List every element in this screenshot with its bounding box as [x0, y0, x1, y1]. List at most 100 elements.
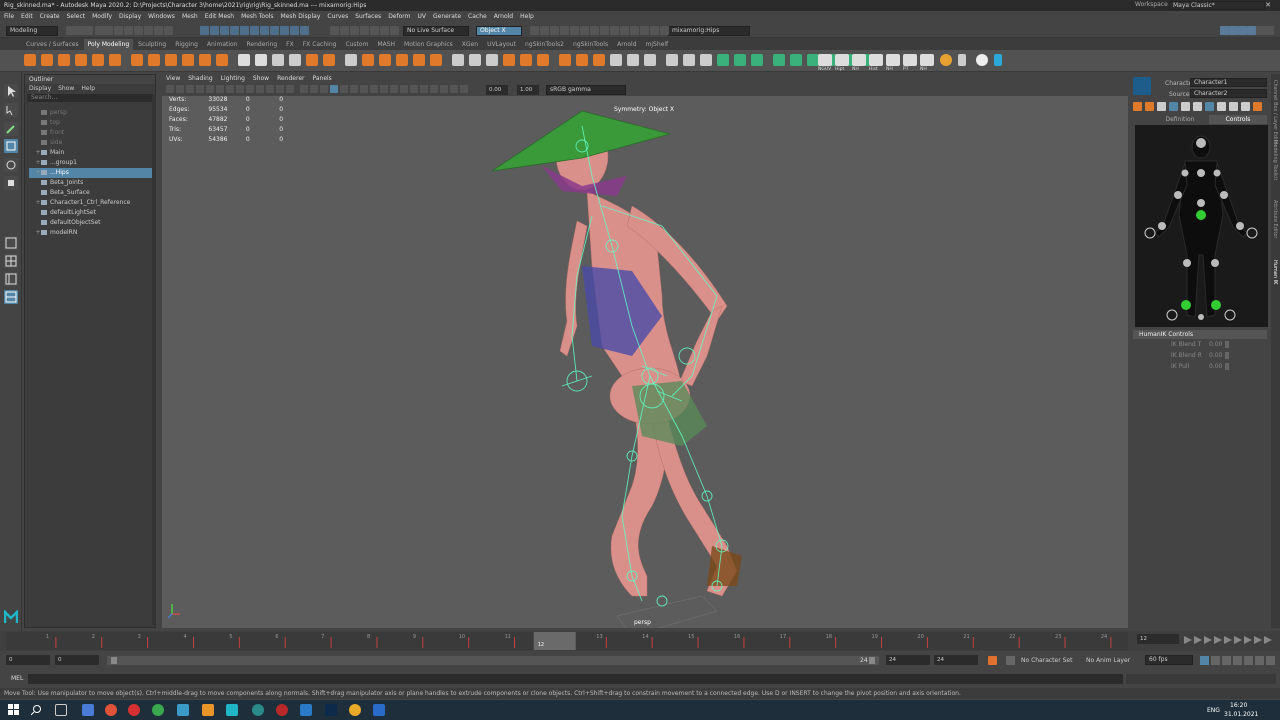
outliner-item[interactable]: Beta_Joints: [29, 178, 154, 188]
viewport-tool-29-icon[interactable]: [460, 85, 468, 93]
status-tool-5-icon[interactable]: [114, 26, 123, 35]
viewport-tool-17-icon[interactable]: [340, 85, 348, 93]
viewport-tool-13-icon[interactable]: [300, 85, 308, 93]
current-frame-field[interactable]: 12: [1137, 634, 1179, 644]
shelf-tool-27-icon[interactable]: [503, 54, 515, 66]
go-end-icon[interactable]: [1254, 636, 1262, 644]
outliner-item[interactable]: + ...Hips: [29, 168, 154, 178]
shelf-tool-4-icon[interactable]: [92, 54, 104, 66]
live-surface-field[interactable]: No Live Surface: [403, 26, 469, 36]
menu-edit-mesh[interactable]: Edit Mesh: [205, 13, 234, 20]
opera-icon[interactable]: [128, 704, 140, 716]
shelf-tool-22-icon[interactable]: [413, 54, 425, 66]
app-icon-3[interactable]: [252, 704, 264, 716]
shelf-tab-arnold[interactable]: Arnold: [613, 39, 640, 50]
shelf-script-2-icon[interactable]: NH: [852, 54, 866, 72]
outliner-item[interactable]: defaultLightSet: [29, 208, 154, 218]
strip-tab-3[interactable]: Human IK: [1272, 260, 1278, 284]
viewport-panel[interactable]: View Shading Lighting Show Renderer Panels 0.…: [162, 74, 1128, 628]
status-tool-16-icon[interactable]: [250, 26, 259, 35]
viewport-tool-12-icon[interactable]: [286, 85, 294, 93]
shelf-tool-10-icon[interactable]: [199, 54, 211, 66]
outliner-item[interactable]: defaultObjectSet: [29, 218, 154, 228]
outliner-menu-display[interactable]: Display: [29, 84, 51, 93]
menu-deform[interactable]: Deform: [388, 13, 410, 20]
step-forward-icon[interactable]: [1234, 636, 1242, 644]
menu-mesh-tools[interactable]: Mesh Tools: [241, 13, 273, 20]
maya-taskbar-icon[interactable]: [226, 704, 238, 716]
shelf-script-5-icon[interactable]: PT: [903, 54, 917, 72]
shelf-tool-11-icon[interactable]: [216, 54, 228, 66]
step-back-icon[interactable]: [1204, 636, 1212, 644]
menu-generate[interactable]: Generate: [433, 13, 461, 20]
play-back-icon[interactable]: [1214, 636, 1222, 644]
shelf-coin-icon[interactable]: [940, 54, 952, 66]
move-tool-icon[interactable]: [4, 139, 18, 153]
panel-toggle-2-icon[interactable]: [1238, 26, 1247, 35]
viewport-tool-0-icon[interactable]: [166, 85, 174, 93]
viewport-tool-25-icon[interactable]: [420, 85, 428, 93]
panel-toggle-0-icon[interactable]: [1220, 26, 1229, 35]
viewport-menu-show[interactable]: Show: [253, 75, 269, 82]
viewport-menu-view[interactable]: View: [166, 75, 180, 82]
range-tool-0-icon[interactable]: [1200, 656, 1209, 665]
status-tool-1-icon[interactable]: [75, 26, 84, 35]
status-tool-21-icon[interactable]: [300, 26, 309, 35]
outliner-item[interactable]: Beta_Surface: [29, 188, 154, 198]
shelf-tab-sculpting[interactable]: Sculpting: [134, 39, 170, 50]
shelf-tool-17-icon[interactable]: [323, 54, 335, 66]
status-tool-30-icon[interactable]: [540, 26, 549, 35]
shelf-tool-13-icon[interactable]: [255, 54, 267, 66]
shelf-tab-mash[interactable]: MASH: [373, 39, 399, 50]
shelf-tool-26-icon[interactable]: [486, 54, 498, 66]
shelf-tool-41-icon[interactable]: [751, 54, 763, 66]
status-tool-24-icon[interactable]: [350, 26, 359, 35]
status-tool-18-icon[interactable]: [270, 26, 279, 35]
humanik-controls-section[interactable]: HumanIK Controls: [1133, 330, 1267, 339]
shelf-tool-42-icon[interactable]: [773, 54, 785, 66]
hik-tab-definition[interactable]: Definition: [1151, 115, 1209, 124]
menu-mesh[interactable]: Mesh: [182, 13, 198, 20]
shelf-tool-32-icon[interactable]: [593, 54, 605, 66]
menu-create[interactable]: Create: [40, 13, 60, 20]
tray-icons[interactable]: [1176, 706, 1202, 714]
hik-tool-10-icon[interactable]: [1253, 102, 1262, 111]
range-bar[interactable]: 24: [107, 656, 879, 665]
status-tool-22-icon[interactable]: [330, 26, 339, 35]
paint-select-tool-icon[interactable]: [4, 122, 18, 136]
status-tool-27-icon[interactable]: [380, 26, 389, 35]
shelf-skull-icon[interactable]: [976, 54, 988, 66]
status-tool-8-icon[interactable]: [144, 26, 153, 35]
outliner-menu-help[interactable]: Help: [81, 84, 95, 93]
status-tool-12-icon[interactable]: [210, 26, 219, 35]
status-tool-9-icon[interactable]: [154, 26, 163, 35]
menu-file[interactable]: File: [4, 13, 14, 20]
panel-toggle-3-icon[interactable]: [1247, 26, 1256, 35]
viewport-tool-24-icon[interactable]: [410, 85, 418, 93]
hik-tool-2-icon[interactable]: [1157, 102, 1166, 111]
browser-icon[interactable]: [105, 704, 117, 716]
viewport-tool-9-icon[interactable]: [256, 85, 264, 93]
shelf-tool-9-icon[interactable]: [182, 54, 194, 66]
status-tool-31-icon[interactable]: [550, 26, 559, 35]
photoshop-icon[interactable]: [325, 704, 337, 716]
shelf-tool-21-icon[interactable]: [396, 54, 408, 66]
outliner-item[interactable]: + Main: [29, 148, 154, 158]
shelf-tab-rendering[interactable]: Rendering: [243, 39, 282, 50]
menu-cache[interactable]: Cache: [468, 13, 487, 20]
outliner-scrollbar[interactable]: [152, 95, 156, 625]
strip-tab-1[interactable]: Modeling Toolkit: [1272, 140, 1278, 180]
shelf-tool-34-icon[interactable]: [627, 54, 639, 66]
shelf-tab-ngskintools2[interactable]: ngSkinTools2: [521, 39, 568, 50]
shelf-tab-poly-modeling[interactable]: Poly Modeling: [83, 39, 134, 50]
hik-slider-value[interactable]: 0.00: [1209, 363, 1222, 370]
app-icon-5[interactable]: [300, 704, 312, 716]
auto-key-icon[interactable]: [988, 656, 997, 665]
shelf-tab-custom[interactable]: Custom: [341, 39, 372, 50]
viewport-tool-2-icon[interactable]: [186, 85, 194, 93]
source-dropdown[interactable]: Character2: [1190, 89, 1267, 98]
status-tool-39-icon[interactable]: [630, 26, 639, 35]
shelf-script-0-icon[interactable]: NGUV: [818, 54, 832, 72]
status-tool-33-icon[interactable]: [570, 26, 579, 35]
shelf-tool-28-icon[interactable]: [520, 54, 532, 66]
